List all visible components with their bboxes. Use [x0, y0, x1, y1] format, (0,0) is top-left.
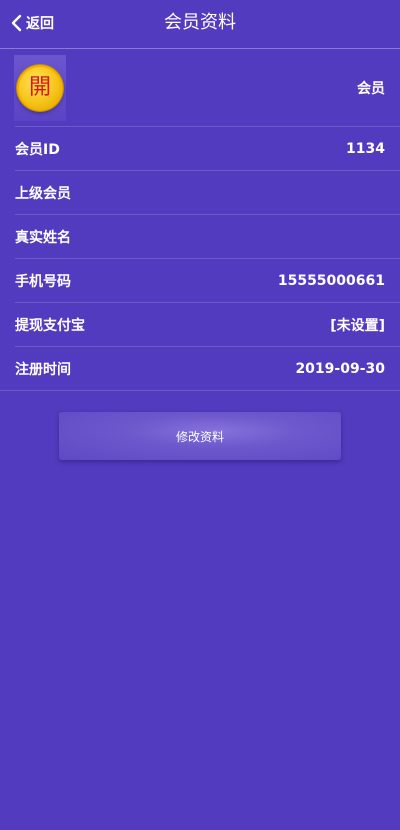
member-id-label: 会员ID [15, 141, 60, 158]
member-profile-screen: 返回 会员资料 開 会员 会员ID 1134 上级会员 真实姓名 手机号码 15… [0, 0, 400, 830]
alipay-withdraw-label: 提现支付宝 [15, 317, 85, 334]
registration-time-value: 2019-09-30 [295, 360, 385, 377]
member-type-value: 会员 [357, 81, 385, 97]
member-id-value: 1134 [346, 140, 385, 157]
row-real-name: 真实姓名 [15, 215, 400, 259]
phone-number-value: 15555000661 [277, 272, 385, 289]
registration-time-label: 注册时间 [15, 361, 71, 378]
avatar[interactable]: 開 [17, 65, 63, 111]
row-registration-time: 注册时间 2019-09-30 [0, 347, 400, 391]
parent-member-label: 上级会员 [15, 185, 71, 202]
avatar-logo-char: 開 [28, 75, 51, 100]
real-name-label: 真实姓名 [15, 229, 71, 246]
alipay-withdraw-value: [未设置] [330, 317, 385, 334]
phone-number-label: 手机号码 [15, 273, 71, 290]
avatar-frame: 開 [14, 55, 66, 121]
page-title: 会员资料 [164, 12, 236, 33]
edit-profile-button[interactable]: 修改资料 [59, 412, 341, 460]
avatar-row: 開 会员 [14, 50, 400, 127]
row-member-id: 会员ID 1134 [15, 127, 400, 171]
row-parent-member: 上级会员 [15, 171, 400, 215]
row-phone-number: 手机号码 15555000661 [15, 259, 400, 303]
top-nav-bar: 返回 会员资料 [0, 0, 400, 49]
row-alipay-withdraw: 提现支付宝 [未设置] [15, 303, 400, 347]
profile-info-list: 開 会员 会员ID 1134 上级会员 真实姓名 手机号码 1555500066… [0, 50, 400, 391]
